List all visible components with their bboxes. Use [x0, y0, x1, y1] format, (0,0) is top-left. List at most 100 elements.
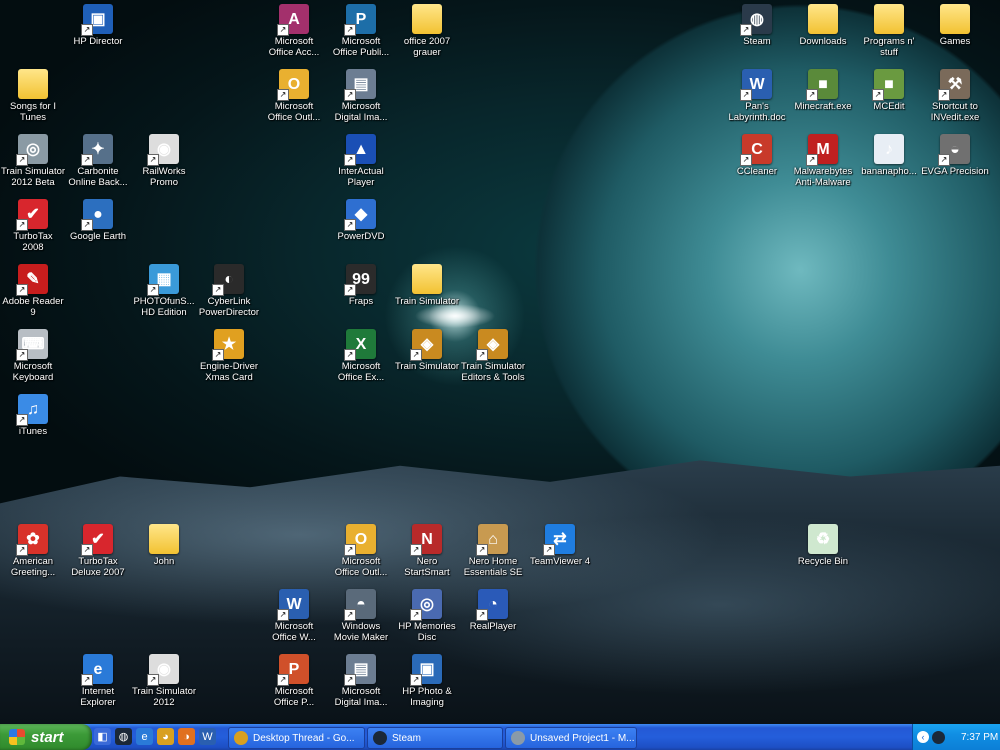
desktop-icon-folder[interactable]: office 2007 grauer: [390, 4, 464, 58]
desktop-icon-publisher[interactable]: P ↗ Microsoft Office Publi...: [324, 4, 398, 58]
desktop-icon-itunes[interactable]: ♫ ↗ iTunes: [0, 394, 70, 437]
quick-launch-show-desktop-icon[interactable]: ◧: [94, 728, 111, 745]
adobe-reader-icon: ✎ ↗: [16, 264, 48, 296]
clock[interactable]: 7:37 PM: [961, 732, 998, 743]
desktop-icon-digital-image[interactable]: ▤ ↗ Microsoft Digital Ima...: [324, 69, 398, 123]
start-button[interactable]: start: [0, 724, 92, 750]
desktop-icon-ccleaner[interactable]: C ↗ CCleaner: [720, 134, 794, 177]
desktop-icon-label: Windows Movie Maker: [333, 621, 389, 643]
quick-launch-chrome-icon[interactable]: ◕: [157, 728, 174, 745]
desktop-icon-label: Programs n' stuff: [863, 36, 915, 58]
desktop-icon-folder[interactable]: John: [127, 524, 201, 567]
nero-home-icon: ⌂ ↗: [476, 524, 508, 556]
desktop-icon-label: RealPlayer: [469, 621, 517, 632]
desktop-icon-folder[interactable]: Train Simulator: [390, 264, 464, 307]
desktop-icon-train-simulator[interactable]: ◈ ↗ Train Simulator: [390, 329, 464, 372]
desktop-icon-folder[interactable]: Games: [918, 4, 992, 47]
desktop-icon-powerdvd[interactable]: ◆ ↗ PowerDVD: [324, 199, 398, 242]
shortcut-arrow-icon: ↗: [212, 349, 224, 361]
desktop-icon-train-simulator-2012[interactable]: ◉ ↗ Train Simulator 2012: [127, 654, 201, 708]
evga-precision-icon: ◒ ↗: [938, 134, 970, 166]
desktop-icon-fraps[interactable]: 99 ↗ Fraps: [324, 264, 398, 307]
shortcut-arrow-icon: ↗: [410, 349, 422, 361]
desktop-icon-powerpoint[interactable]: P ↗ Microsoft Office P...: [257, 654, 331, 708]
desktop-icon-mcedit[interactable]: ■ ↗ MCEdit: [852, 69, 926, 112]
quick-launch-firefox-icon[interactable]: ◑: [178, 728, 195, 745]
shortcut-arrow-icon: ↗: [344, 349, 356, 361]
shortcut-arrow-icon: ↗: [344, 284, 356, 296]
internet-explorer-icon: e ↗: [81, 654, 113, 686]
desktop-icon-nero[interactable]: N ↗ Nero StartSmart: [390, 524, 464, 578]
digital-image-icon: ▤ ↗: [344, 654, 376, 686]
desktop-icon-recycle-bin[interactable]: ♻ Recycle Bin: [786, 524, 860, 567]
desktop-icon-label: HP Photo & Imaging: [402, 686, 452, 708]
access-icon: A ↗: [277, 4, 309, 36]
taskbar-button[interactable]: Unsaved Project1 - M...: [505, 727, 637, 749]
quick-launch-word-icon[interactable]: W: [199, 728, 216, 745]
desktop-icon-turbotax[interactable]: ✔ ↗ TurboTax 2008: [0, 199, 70, 253]
shortcut-arrow-icon: ↗: [81, 24, 93, 36]
desktop-icon-folder[interactable]: Downloads: [786, 4, 860, 47]
desktop-icon-american-greetings[interactable]: ✿ ↗ American Greeting...: [0, 524, 70, 578]
desktop-icon-label: iTunes: [18, 426, 48, 437]
desktop-icon-access[interactable]: A ↗ Microsoft Office Acc...: [257, 4, 331, 58]
desktop-icon-nero-home[interactable]: ⌂ ↗ Nero Home Essentials SE: [456, 524, 530, 578]
desktop-icon-outlook[interactable]: O ↗ Microsoft Office Outl...: [324, 524, 398, 578]
desktop-icon-movie-maker[interactable]: ◓ ↗ Windows Movie Maker: [324, 589, 398, 643]
desktop-icon-minecraft[interactable]: ■ ↗ Minecraft.exe: [786, 69, 860, 112]
desktop-icon-train-simulator-beta[interactable]: ◎ ↗ Train Simulator 2012 Beta: [0, 134, 70, 188]
desktop-icon-label: Internet Explorer: [80, 686, 116, 708]
taskbar-button-label: Unsaved Project1 - M...: [530, 732, 635, 744]
desktop-icon-word[interactable]: W ↗ Microsoft Office W...: [257, 589, 331, 643]
desktop-icon-steam[interactable]: ◍ ↗ Steam: [720, 4, 794, 47]
desktop-icon-realplayer[interactable]: ◔ ↗ RealPlayer: [456, 589, 530, 632]
desktop-icon-evga-precision[interactable]: ◒ ↗ EVGA Precision: [918, 134, 992, 177]
taskbar-button[interactable]: Steam: [367, 727, 503, 749]
ccleaner-icon: C ↗: [740, 134, 772, 166]
taskbar-button[interactable]: Desktop Thread - Go...: [228, 727, 365, 749]
quick-launch-internet-explorer-icon[interactable]: e: [136, 728, 153, 745]
desktop-icon-google-earth[interactable]: ● ↗ Google Earth: [61, 199, 135, 242]
desktop-icon-hp-photo[interactable]: ▣ ↗ HP Photo & Imaging: [390, 654, 464, 708]
desktop-icon-excel[interactable]: X ↗ Microsoft Office Ex...: [324, 329, 398, 383]
desktop-icon-label: John: [153, 556, 175, 567]
desktop-icon-malwarebytes[interactable]: M ↗ Malwarebytes Anti-Malware: [786, 134, 860, 188]
tray-steam-icon[interactable]: [932, 730, 945, 744]
desktop-icon-label: office 2007 grauer: [403, 36, 451, 58]
quick-launch-steam-icon[interactable]: ◍: [115, 728, 132, 745]
taskbar-button-label: Desktop Thread - Go...: [253, 732, 355, 744]
desktop-icon-train-editor[interactable]: ◈ ↗ Train Simulator Editors & Tools: [456, 329, 530, 383]
tray-expand-icon[interactable]: ‹: [917, 731, 929, 743]
shortcut-arrow-icon: ↗: [147, 674, 159, 686]
desktop-icon-hp-director[interactable]: ▣ ↗ HP Director: [61, 4, 135, 47]
desktop-icon-carbonite[interactable]: ✦ ↗ Carbonite Online Back...: [61, 134, 135, 188]
desktop-icon-powerdirector[interactable]: ◐ ↗ CyberLink PowerDirector: [192, 264, 266, 318]
desktop-icon-hp-memories[interactable]: ◎ ↗ HP Memories Disc: [390, 589, 464, 643]
outlook-icon: O ↗: [344, 524, 376, 556]
desktop-icon-keyboard[interactable]: ⌨ ↗ Microsoft Keyboard: [0, 329, 70, 383]
desktop-icon-label: Microsoft Office P...: [273, 686, 315, 708]
desktop-icon-railworks[interactable]: ◉ ↗ RailWorks Promo: [127, 134, 201, 188]
desktop-icon-photofunstudio[interactable]: ▦ ↗ PHOTOfunS... HD Edition: [127, 264, 201, 318]
desktop-icon-label: MCEdit: [873, 101, 905, 112]
shortcut-arrow-icon: ↗: [81, 544, 93, 556]
desktop-icon-interactual[interactable]: ▲ ↗ InterActual Player: [324, 134, 398, 188]
desktop-icon-invedit[interactable]: ⚒ ↗ Shortcut to INVedit.exe: [918, 69, 992, 123]
desktop-icon-label: Microsoft Office Ex...: [337, 361, 385, 383]
desktop-icon-word-document[interactable]: W ↗ Pan's Labyrinth.doc: [720, 69, 794, 123]
desktop-icon-label: Shortcut to INVedit.exe: [930, 101, 980, 123]
chrome-icon: [234, 731, 248, 745]
desktop-icon-digital-image[interactable]: ▤ ↗ Microsoft Digital Ima...: [324, 654, 398, 708]
desktop-icon-folder[interactable]: Programs n' stuff: [852, 4, 926, 58]
realplayer-icon: ◔ ↗: [476, 589, 508, 621]
desktop-icon-teamviewer[interactable]: ⇄ ↗ TeamViewer 4: [523, 524, 597, 567]
desktop-icon-folder[interactable]: Songs for I Tunes: [0, 69, 70, 123]
shortcut-arrow-icon: ↗: [806, 154, 818, 166]
desktop-icon-adobe-reader[interactable]: ✎ ↗ Adobe Reader 9: [0, 264, 70, 318]
outlook-icon: O ↗: [277, 69, 309, 101]
desktop-icon-outlook[interactable]: O ↗ Microsoft Office Outl...: [257, 69, 331, 123]
desktop-icon-internet-explorer[interactable]: e ↗ Internet Explorer: [61, 654, 135, 708]
desktop-icon-mp3-file[interactable]: ♪ bananapho...: [852, 134, 926, 177]
desktop-icon-turbotax-deluxe[interactable]: ✔ ↗ TurboTax Deluxe 2007: [61, 524, 135, 578]
desktop-icon-engine-driver[interactable]: ★ ↗ Engine-Driver Xmas Card: [192, 329, 266, 383]
